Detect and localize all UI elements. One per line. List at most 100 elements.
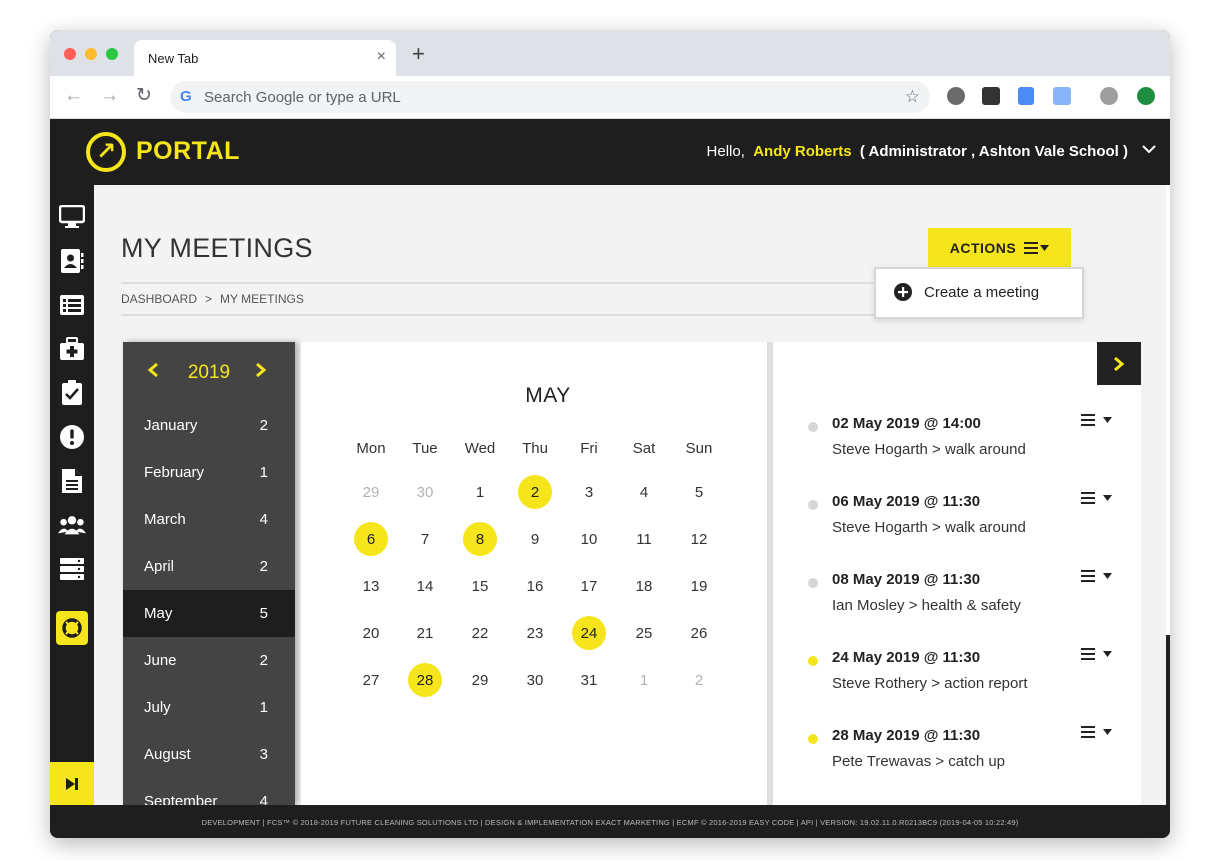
first-aid-kit-icon[interactable] (58, 335, 86, 363)
month-row[interactable]: May 5 (123, 590, 295, 637)
minimize-window-button[interactable] (85, 48, 97, 60)
actions-button[interactable]: ACTIONS (928, 228, 1071, 268)
calendar-day-with-meeting[interactable]: 2 (518, 475, 552, 509)
meeting-menu-button[interactable] (1081, 492, 1112, 504)
calendar-day[interactable]: 17 (572, 569, 606, 603)
update-icon[interactable] (1137, 87, 1155, 105)
chevron-down-icon[interactable] (1142, 141, 1156, 158)
close-window-button[interactable] (64, 48, 76, 60)
meeting-item[interactable]: 28 May 2019 @ 11:30 Pete Trewavas > catch… (773, 726, 1113, 786)
month-row[interactable]: March 4 (123, 496, 295, 543)
meeting-item[interactable]: 06 May 2019 @ 11:30 Steve Hogarth > walk … (773, 492, 1113, 552)
clipboard-check-icon[interactable] (58, 379, 86, 407)
month-meeting-count: 1 (259, 699, 268, 716)
calendar-day[interactable]: 26 (682, 616, 716, 650)
calendar-day[interactable]: 23 (518, 616, 552, 650)
calendar-day[interactable]: 11 (627, 522, 661, 556)
omnibox[interactable]: G ☆ (170, 81, 930, 113)
portal-logo-text[interactable]: PORTAL (136, 137, 240, 166)
meeting-item[interactable]: 24 May 2019 @ 11:30 Steve Rothery > actio… (773, 648, 1113, 708)
calendar-day[interactable]: 2 (682, 663, 716, 697)
browser-tab[interactable]: New Tab × (134, 40, 396, 76)
calendar-day-with-meeting[interactable]: 24 (572, 616, 606, 650)
extension-image-icon[interactable] (1053, 87, 1071, 105)
maximize-window-button[interactable] (106, 48, 118, 60)
help-lifebuoy-button[interactable] (56, 611, 88, 645)
alert-icon[interactable] (58, 423, 86, 451)
meeting-menu-button[interactable] (1081, 726, 1112, 738)
tab-close-icon[interactable]: × (377, 48, 386, 66)
calendar-day[interactable]: 25 (627, 616, 661, 650)
meeting-item[interactable]: 08 May 2019 @ 11:30 Ian Mosley > health &… (773, 570, 1113, 630)
month-row[interactable]: July 1 (123, 684, 295, 731)
list-icon[interactable] (58, 291, 86, 319)
portal-logo-icon[interactable]: ↗ (86, 132, 126, 172)
sidebar-expand-button[interactable] (50, 762, 94, 805)
user-greeting[interactable]: Hello, Andy Roberts ( Administrator , As… (707, 143, 1128, 160)
calendar-day[interactable]: 5 (682, 475, 716, 509)
calendar-day[interactable]: 1 (627, 663, 661, 697)
month-meeting-count: 2 (259, 558, 268, 575)
month-row[interactable]: February 1 (123, 449, 295, 496)
back-icon[interactable]: ← (64, 86, 83, 106)
month-row[interactable]: January 2 (123, 402, 295, 449)
bookmark-star-icon[interactable]: ☆ (905, 87, 920, 107)
meeting-date: 28 May 2019 @ 11:30 (832, 727, 981, 744)
calendar-day[interactable]: 4 (627, 475, 661, 509)
browser-window: New Tab × + ← → ↻ G ☆ ↗ PORTAL Hello, An… (50, 30, 1170, 838)
next-page-button[interactable] (1097, 342, 1141, 385)
contact-card-icon[interactable] (58, 247, 86, 275)
calendar-day-with-meeting[interactable]: 28 (408, 663, 442, 697)
calendar-day[interactable]: 3 (572, 475, 606, 509)
month-row[interactable]: August 3 (123, 731, 295, 778)
monitor-icon[interactable] (58, 203, 86, 231)
new-tab-button[interactable]: + (412, 43, 425, 65)
calendar-day[interactable]: 12 (682, 522, 716, 556)
forward-icon[interactable]: → (100, 86, 119, 106)
month-row[interactable]: June 2 (123, 637, 295, 684)
calendar-day[interactable]: 15 (463, 569, 497, 603)
reload-icon[interactable]: ↻ (136, 86, 152, 106)
calendar-day[interactable]: 27 (354, 663, 388, 697)
calendar-day[interactable]: 22 (463, 616, 497, 650)
calendar-day[interactable]: 19 (682, 569, 716, 603)
calendar-day[interactable]: 9 (518, 522, 552, 556)
omnibox-input[interactable] (204, 87, 854, 107)
calendar-day[interactable]: 7 (408, 522, 442, 556)
calendar-day[interactable]: 30 (408, 475, 442, 509)
meeting-item[interactable]: 02 May 2019 @ 14:00 Steve Hogarth > walk … (773, 414, 1113, 474)
profile-avatar-icon[interactable] (1100, 87, 1118, 105)
month-name: March (144, 511, 186, 528)
calendar-day[interactable]: 20 (354, 616, 388, 650)
server-icon[interactable] (58, 555, 86, 583)
skip-forward-icon (66, 777, 78, 790)
month-row[interactable]: April 2 (123, 543, 295, 590)
calendar-day[interactable]: 21 (408, 616, 442, 650)
calendar-day[interactable]: 1 (463, 475, 497, 509)
create-meeting-menu-item[interactable]: Create a meeting (894, 283, 1039, 301)
document-icon[interactable] (58, 467, 86, 495)
meeting-menu-button[interactable] (1081, 570, 1112, 582)
calendar-day[interactable]: 16 (518, 569, 552, 603)
meeting-menu-button[interactable] (1081, 414, 1112, 426)
month-row[interactable]: September 4 (123, 778, 295, 805)
meeting-status-dot (808, 500, 818, 510)
calendar-day[interactable]: 31 (572, 663, 606, 697)
next-year-icon[interactable] (255, 362, 267, 383)
users-icon[interactable] (58, 511, 86, 539)
extension-chat-icon[interactable] (947, 87, 965, 105)
calendar-day[interactable]: 29 (463, 663, 497, 697)
calendar-day[interactable]: 30 (518, 663, 552, 697)
calendar-day[interactable]: 14 (408, 569, 442, 603)
calendar-day-with-meeting[interactable]: 8 (463, 522, 497, 556)
calendar-day[interactable]: 18 (627, 569, 661, 603)
meeting-menu-button[interactable] (1081, 648, 1112, 660)
calendar-day[interactable]: 10 (572, 522, 606, 556)
extension-m-icon[interactable] (982, 87, 1000, 105)
calendar-day-with-meeting[interactable]: 6 (354, 522, 388, 556)
scrollbar-track[interactable] (1166, 185, 1170, 635)
calendar-day[interactable]: 29 (354, 475, 388, 509)
extension-calendar-icon[interactable] (1018, 87, 1034, 105)
breadcrumb-dashboard[interactable]: DASHBOARD (121, 292, 197, 306)
calendar-day[interactable]: 13 (354, 569, 388, 603)
